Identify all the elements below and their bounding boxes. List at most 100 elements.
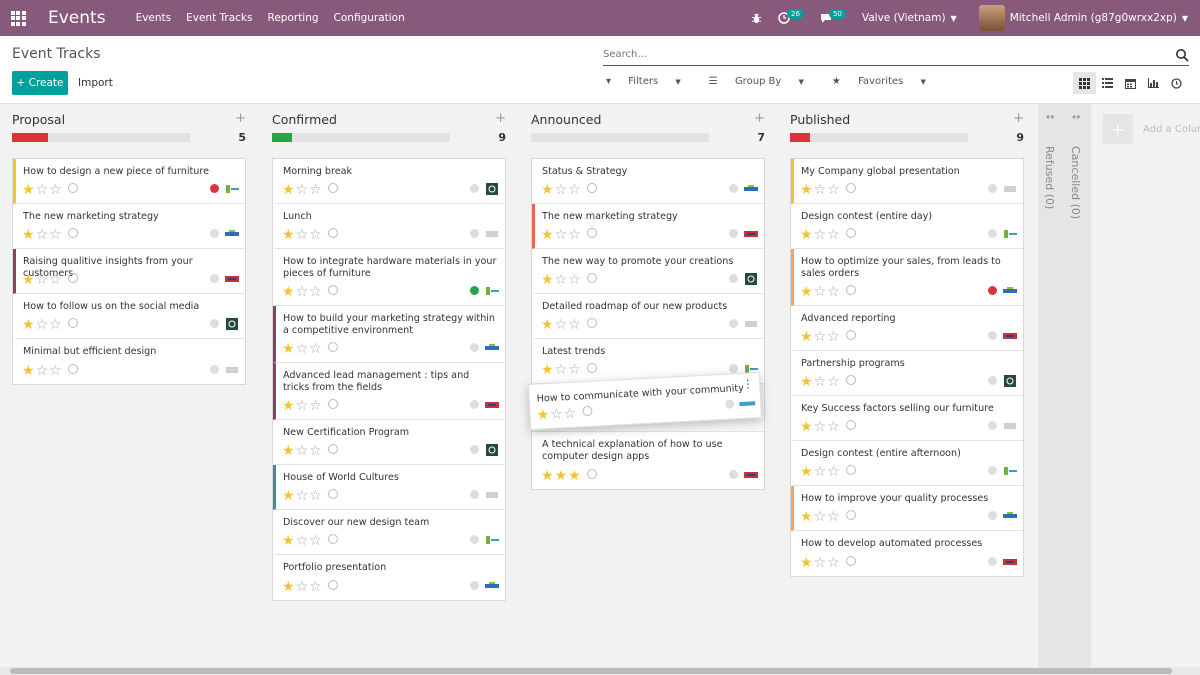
priority-stars[interactable]: ★☆☆ bbox=[800, 510, 856, 524]
priority-stars[interactable]: ★☆☆ bbox=[800, 183, 856, 197]
status-dot[interactable] bbox=[988, 557, 997, 566]
progress-segment[interactable] bbox=[12, 133, 48, 142]
star-icon[interactable]: ★ bbox=[282, 579, 296, 595]
star-icon[interactable]: ☆ bbox=[827, 509, 841, 525]
star-icon[interactable]: ☆ bbox=[827, 464, 841, 480]
star-icon[interactable]: ★ bbox=[541, 182, 555, 198]
column-progress-bar[interactable] bbox=[272, 133, 450, 142]
status-dot[interactable] bbox=[210, 365, 219, 374]
status-dot[interactable] bbox=[470, 286, 479, 295]
star-icon[interactable]: ☆ bbox=[309, 443, 323, 459]
activity-clock-icon[interactable] bbox=[67, 364, 78, 374]
star-icon[interactable]: ★ bbox=[282, 533, 296, 549]
activity-clock-icon[interactable] bbox=[67, 318, 78, 328]
activity-clock-icon[interactable] bbox=[586, 228, 597, 238]
star-icon[interactable]: ★ bbox=[282, 341, 296, 357]
status-dot[interactable] bbox=[470, 400, 479, 409]
star-icon[interactable]: ★ bbox=[800, 284, 814, 300]
priority-stars[interactable]: ★☆☆ bbox=[22, 364, 78, 378]
star-icon[interactable]: ☆ bbox=[49, 363, 63, 379]
company-switcher[interactable]: Valve (Vietnam) ▼ bbox=[862, 12, 957, 24]
star-icon[interactable]: ☆ bbox=[309, 533, 323, 549]
star-icon[interactable]: ★ bbox=[536, 407, 550, 424]
star-icon[interactable]: ☆ bbox=[814, 284, 828, 300]
status-dot[interactable] bbox=[729, 274, 738, 283]
kanban-card[interactable]: The new way to promote your creations ★☆☆ bbox=[532, 249, 764, 294]
star-icon[interactable]: ★ bbox=[800, 509, 814, 525]
priority-stars[interactable]: ★☆☆ bbox=[800, 330, 856, 344]
kanban-card[interactable]: Minimal but efficient design ★☆☆ bbox=[13, 339, 245, 384]
star-icon[interactable]: ☆ bbox=[568, 227, 582, 243]
progress-segment[interactable] bbox=[272, 133, 292, 142]
kanban-card[interactable]: Advanced lead management : tips and tric… bbox=[273, 363, 505, 420]
activity-clock-icon[interactable] bbox=[586, 318, 597, 328]
priority-stars[interactable]: ★☆☆ bbox=[282, 228, 338, 242]
star-icon[interactable]: ★ bbox=[541, 317, 555, 333]
priority-stars[interactable]: ★☆☆ bbox=[22, 273, 78, 287]
status-dot[interactable] bbox=[470, 229, 479, 238]
kanban-card[interactable]: Partnership programs ★☆☆ bbox=[791, 351, 1023, 396]
priority-stars[interactable]: ★☆☆ bbox=[800, 556, 856, 570]
star-icon[interactable]: ☆ bbox=[296, 341, 310, 357]
star-icon[interactable]: ☆ bbox=[827, 284, 841, 300]
star-icon[interactable]: ☆ bbox=[309, 488, 323, 504]
star-icon[interactable]: ☆ bbox=[827, 555, 841, 571]
kanban-card[interactable]: How to optimize your sales, from leads t… bbox=[791, 249, 1023, 306]
star-icon[interactable]: ☆ bbox=[827, 227, 841, 243]
status-dot[interactable] bbox=[988, 229, 997, 238]
status-dot[interactable] bbox=[729, 184, 738, 193]
kanban-card[interactable]: Design contest (entire day) ★☆☆ bbox=[791, 204, 1023, 249]
activity-clock-icon[interactable] bbox=[845, 183, 856, 193]
star-icon[interactable]: ☆ bbox=[555, 272, 569, 288]
star-icon[interactable]: ★ bbox=[800, 329, 814, 345]
status-dot[interactable] bbox=[988, 466, 997, 475]
priority-stars[interactable]: ★☆☆ bbox=[282, 444, 338, 458]
star-icon[interactable]: ☆ bbox=[296, 227, 310, 243]
star-icon[interactable]: ★ bbox=[22, 182, 36, 198]
status-dot[interactable] bbox=[470, 490, 479, 499]
star-icon[interactable]: ☆ bbox=[296, 284, 310, 300]
kanban-card[interactable]: New Certification Program ★☆☆ bbox=[273, 420, 505, 465]
status-dot[interactable] bbox=[470, 184, 479, 193]
column-title[interactable]: Confirmed bbox=[272, 112, 337, 127]
priority-stars[interactable]: ★☆☆ bbox=[541, 273, 597, 287]
priority-stars[interactable]: ★☆☆ bbox=[22, 318, 78, 332]
star-icon[interactable]: ☆ bbox=[568, 362, 582, 378]
star-icon[interactable]: ☆ bbox=[36, 317, 50, 333]
status-dot[interactable] bbox=[725, 399, 735, 409]
status-dot[interactable] bbox=[988, 421, 997, 430]
priority-stars[interactable]: ★☆☆ bbox=[282, 399, 338, 413]
kanban-card[interactable]: Detailed roadmap of our new products ★☆☆ bbox=[532, 294, 764, 339]
priority-stars[interactable]: ★☆☆ bbox=[282, 580, 338, 594]
star-icon[interactable]: ★ bbox=[800, 374, 814, 390]
star-icon[interactable]: ★ bbox=[541, 272, 555, 288]
star-icon[interactable]: ☆ bbox=[555, 182, 569, 198]
star-icon[interactable]: ☆ bbox=[827, 182, 841, 198]
kanban-card[interactable]: Status & Strategy ★☆☆ bbox=[532, 159, 764, 204]
activity-clock-icon[interactable] bbox=[327, 285, 338, 295]
create-button[interactable]: + Create bbox=[12, 71, 68, 95]
kanban-card[interactable]: The new marketing strategy ★☆☆ bbox=[13, 204, 245, 249]
column-title[interactable]: Published bbox=[790, 112, 850, 127]
star-icon[interactable]: ☆ bbox=[550, 406, 564, 423]
kebab-menu-icon[interactable]: ⋮ bbox=[742, 377, 754, 391]
star-icon[interactable]: ☆ bbox=[814, 374, 828, 390]
column-title[interactable]: Announced bbox=[531, 112, 601, 127]
activity-clock-icon[interactable] bbox=[327, 342, 338, 352]
add-card-plus-icon[interactable]: + bbox=[235, 111, 246, 126]
star-icon[interactable]: ★ bbox=[800, 419, 814, 435]
priority-stars[interactable]: ★★★ bbox=[541, 469, 597, 483]
priority-stars[interactable]: ★☆☆ bbox=[541, 363, 597, 377]
filters-button[interactable]: ▾ Filters ▼ bbox=[606, 76, 695, 87]
messages-button[interactable]: 50 bbox=[820, 9, 846, 24]
activity-clock-icon[interactable] bbox=[327, 489, 338, 499]
progress-segment[interactable] bbox=[790, 133, 810, 142]
activity-clock-icon[interactable] bbox=[67, 183, 78, 193]
star-icon[interactable]: ☆ bbox=[568, 182, 582, 198]
activity-clock-icon[interactable] bbox=[845, 330, 856, 340]
menu-events[interactable]: Events bbox=[136, 12, 172, 24]
star-icon[interactable]: ★ bbox=[800, 182, 814, 198]
star-icon[interactable]: ☆ bbox=[814, 555, 828, 571]
priority-stars[interactable]: ★☆☆ bbox=[800, 420, 856, 434]
star-icon[interactable]: ★ bbox=[800, 464, 814, 480]
